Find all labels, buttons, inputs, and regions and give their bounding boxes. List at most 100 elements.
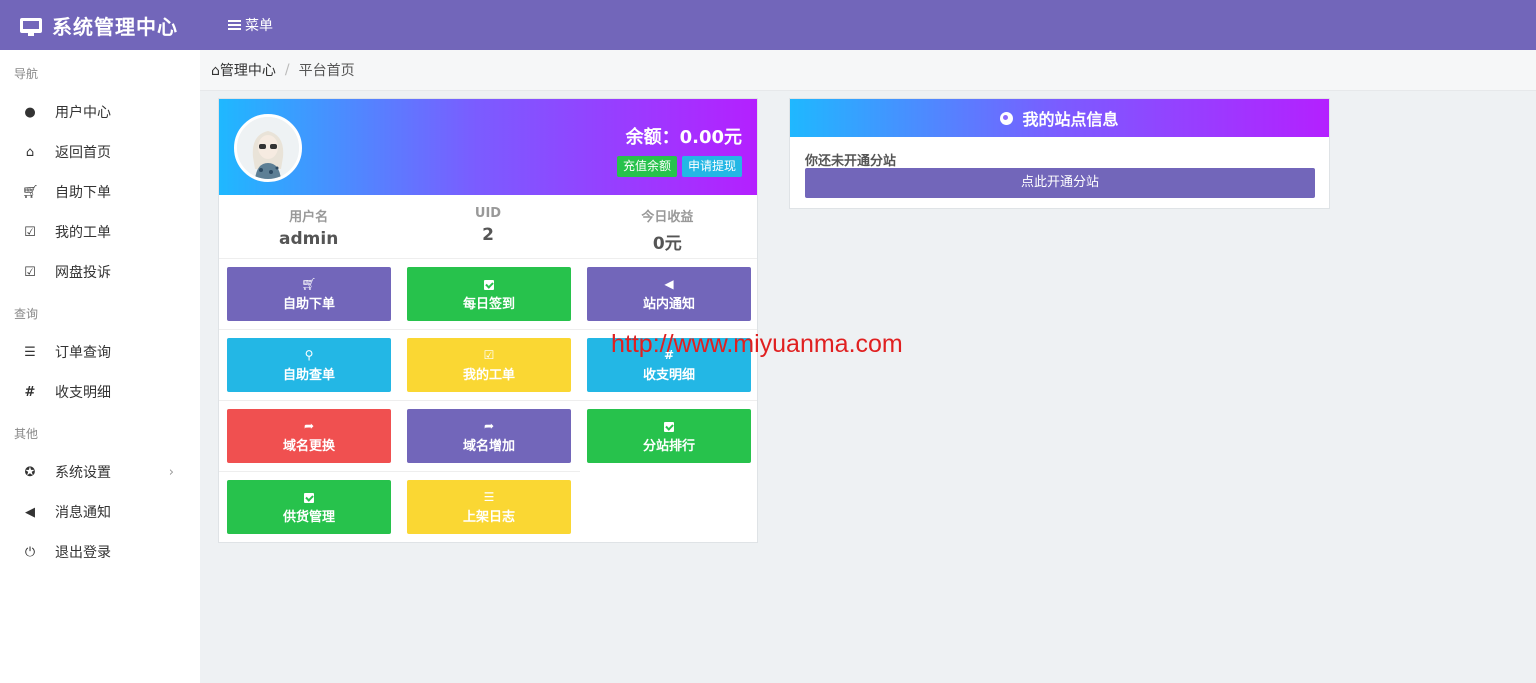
tile-site-notice[interactable]: ◀ 站内通知 bbox=[587, 267, 751, 321]
globe-icon bbox=[1000, 111, 1014, 125]
sidebar-item-label: 退出登录 bbox=[55, 545, 111, 561]
sidebar-item-transactions[interactable]: # 收支明细 bbox=[0, 372, 200, 412]
sidebar-item-label: 自助下单 bbox=[55, 185, 111, 201]
tile-supply-management[interactable]: 供货管理 bbox=[227, 480, 391, 534]
power-icon: ⏻ bbox=[24, 544, 36, 560]
tile-label: 供货管理 bbox=[282, 510, 335, 525]
chevron-right-icon: › bbox=[168, 464, 174, 480]
stat-label: 用户名 bbox=[289, 210, 329, 225]
sidebar: 导航 ● 用户中心 ⌂ 返回首页 🛒︎ 自助下单 ☑ 我的工单 ☑ 网盘投诉 查… bbox=[0, 50, 200, 683]
check-square-icon bbox=[407, 276, 571, 292]
site-info-message: 你还未开通分站 bbox=[805, 154, 897, 169]
breadcrumb-current: 平台首页 bbox=[298, 63, 355, 79]
breadcrumb-home[interactable]: ⌂管理中心 bbox=[211, 60, 276, 80]
sidebar-item-self-order[interactable]: 🛒︎ 自助下单 bbox=[0, 172, 200, 212]
sidebar-item-system-settings[interactable]: ✪ 系统设置 › bbox=[0, 452, 200, 492]
user-stats: 用户名 admin UID 2 今日收益 0元 bbox=[219, 195, 757, 259]
list-icon: ☰ bbox=[483, 490, 495, 504]
check-square-icon bbox=[587, 418, 751, 434]
stat-username: 用户名 admin bbox=[219, 195, 398, 258]
site-info-header: 我的站点信息 bbox=[790, 99, 1329, 137]
stat-today-income: 今日收益 0元 bbox=[578, 195, 757, 258]
withdraw-button[interactable]: 申请提现 bbox=[681, 156, 742, 177]
watermark: http://www.miyuanma.com bbox=[611, 330, 903, 358]
sidebar-item-label: 返回首页 bbox=[55, 145, 111, 161]
nav-section-title: 其他 bbox=[14, 427, 39, 441]
user-icon: ● bbox=[24, 104, 36, 120]
check-square-icon: ☑ bbox=[24, 264, 36, 280]
breadcrumb-separator: / bbox=[284, 62, 290, 78]
hashtag-icon: # bbox=[24, 384, 36, 400]
brand[interactable]: 系统管理中心 bbox=[20, 0, 178, 50]
balance-value: 0.00元 bbox=[679, 127, 742, 148]
user-header: 余额：0.00元 充值余额 申请提现 bbox=[219, 99, 757, 195]
tile-label: 我的工单 bbox=[462, 368, 515, 383]
tile-label: 分站排行 bbox=[642, 439, 695, 454]
list-icon: ☰ bbox=[24, 344, 36, 360]
stat-uid: UID 2 bbox=[398, 195, 577, 258]
tile-site-ranking[interactable]: 分站排行 bbox=[587, 409, 751, 463]
menu-toggle-button[interactable]: 菜单 bbox=[228, 0, 273, 50]
tile-label: 每日签到 bbox=[462, 297, 515, 312]
stat-value: admin bbox=[279, 229, 339, 249]
sidebar-item-label: 消息通知 bbox=[55, 505, 111, 521]
sidebar-item-netdisk-complaint[interactable]: ☑ 网盘投诉 bbox=[0, 252, 200, 292]
sidebar-item-home[interactable]: ⌂ 返回首页 bbox=[0, 132, 200, 172]
app-title: 系统管理中心 bbox=[52, 14, 178, 39]
nav-section-title: 导航 bbox=[14, 67, 39, 81]
stat-value: 0元 bbox=[652, 234, 682, 254]
search-icon: ⚲ bbox=[304, 348, 314, 362]
tile-order-lookup[interactable]: ⚲ 自助查单 bbox=[227, 338, 391, 392]
avatar bbox=[234, 114, 302, 182]
nav-section-title: 查询 bbox=[14, 307, 39, 321]
check-square-icon: ☑ bbox=[483, 348, 495, 362]
sidebar-item-label: 用户中心 bbox=[55, 105, 111, 121]
tile-label: 收支明细 bbox=[642, 368, 695, 383]
tile-self-order[interactable]: 🛒︎ 自助下单 bbox=[227, 267, 391, 321]
sidebar-item-user-center[interactable]: ● 用户中心 bbox=[0, 92, 200, 132]
cart-icon: 🛒︎ bbox=[22, 184, 39, 200]
breadcrumb-home-label: 管理中心 bbox=[219, 63, 276, 79]
home-icon: ⌂ bbox=[25, 144, 35, 160]
tile-domain-add[interactable]: ➦ 域名增加 bbox=[407, 409, 571, 463]
home-icon: ⌂ bbox=[211, 63, 220, 79]
check-square-icon bbox=[227, 489, 391, 505]
top-bar: 系统管理中心 菜单 bbox=[0, 0, 1536, 50]
sidebar-item-label: 订单查询 bbox=[55, 345, 111, 361]
bullhorn-icon: ◀ bbox=[25, 504, 35, 520]
stat-label: 今日收益 bbox=[641, 210, 694, 225]
cart-icon: 🛒︎ bbox=[301, 277, 317, 291]
tile-listing-log[interactable]: ☰ 上架日志 bbox=[407, 480, 571, 534]
stat-value: 2 bbox=[482, 225, 494, 245]
settings-icon: ✪ bbox=[24, 464, 36, 480]
tile-label: 自助下单 bbox=[282, 297, 335, 312]
sign-out-icon: ➦ bbox=[483, 419, 495, 433]
open-substation-button[interactable]: 点此开通分站 bbox=[805, 168, 1315, 198]
tile-label: 上架日志 bbox=[462, 510, 515, 525]
sidebar-item-order-query[interactable]: ☰ 订单查询 bbox=[0, 332, 200, 372]
tile-domain-change[interactable]: ➦ 域名更换 bbox=[227, 409, 391, 463]
tile-label: 自助查单 bbox=[282, 368, 335, 383]
site-info-panel: 我的站点信息 你还未开通分站 点此开通分站 bbox=[789, 98, 1330, 209]
sidebar-item-my-tickets[interactable]: ☑ 我的工单 bbox=[0, 212, 200, 252]
tile-label: 域名增加 bbox=[462, 439, 515, 454]
tile-label: 域名更换 bbox=[282, 439, 335, 454]
site-info-title: 我的站点信息 bbox=[1022, 110, 1119, 129]
stat-label: UID bbox=[474, 206, 502, 221]
sign-out-icon: ➦ bbox=[303, 419, 315, 433]
breadcrumb: ⌂管理中心 / 平台首页 bbox=[200, 50, 1536, 91]
balance-label: 余额： bbox=[625, 127, 680, 148]
sidebar-item-label: 系统设置 bbox=[55, 465, 111, 481]
menu-label: 菜单 bbox=[245, 18, 273, 34]
sidebar-item-label: 收支明细 bbox=[55, 385, 111, 401]
tile-daily-checkin[interactable]: 每日签到 bbox=[407, 267, 571, 321]
sidebar-item-label: 网盘投诉 bbox=[55, 265, 111, 281]
tile-label: 站内通知 bbox=[642, 297, 695, 312]
sidebar-item-notifications[interactable]: ◀ 消息通知 bbox=[0, 492, 200, 532]
sidebar-item-label: 我的工单 bbox=[55, 225, 111, 241]
monitor-icon bbox=[20, 17, 42, 36]
sidebar-item-logout[interactable]: ⏻ 退出登录 bbox=[0, 532, 200, 572]
user-panel: 余额：0.00元 充值余额 申请提现 用户名 admin UID 2 今日收益 … bbox=[218, 98, 758, 543]
tile-my-tickets[interactable]: ☑ 我的工单 bbox=[407, 338, 571, 392]
recharge-button[interactable]: 充值余额 bbox=[616, 156, 677, 177]
